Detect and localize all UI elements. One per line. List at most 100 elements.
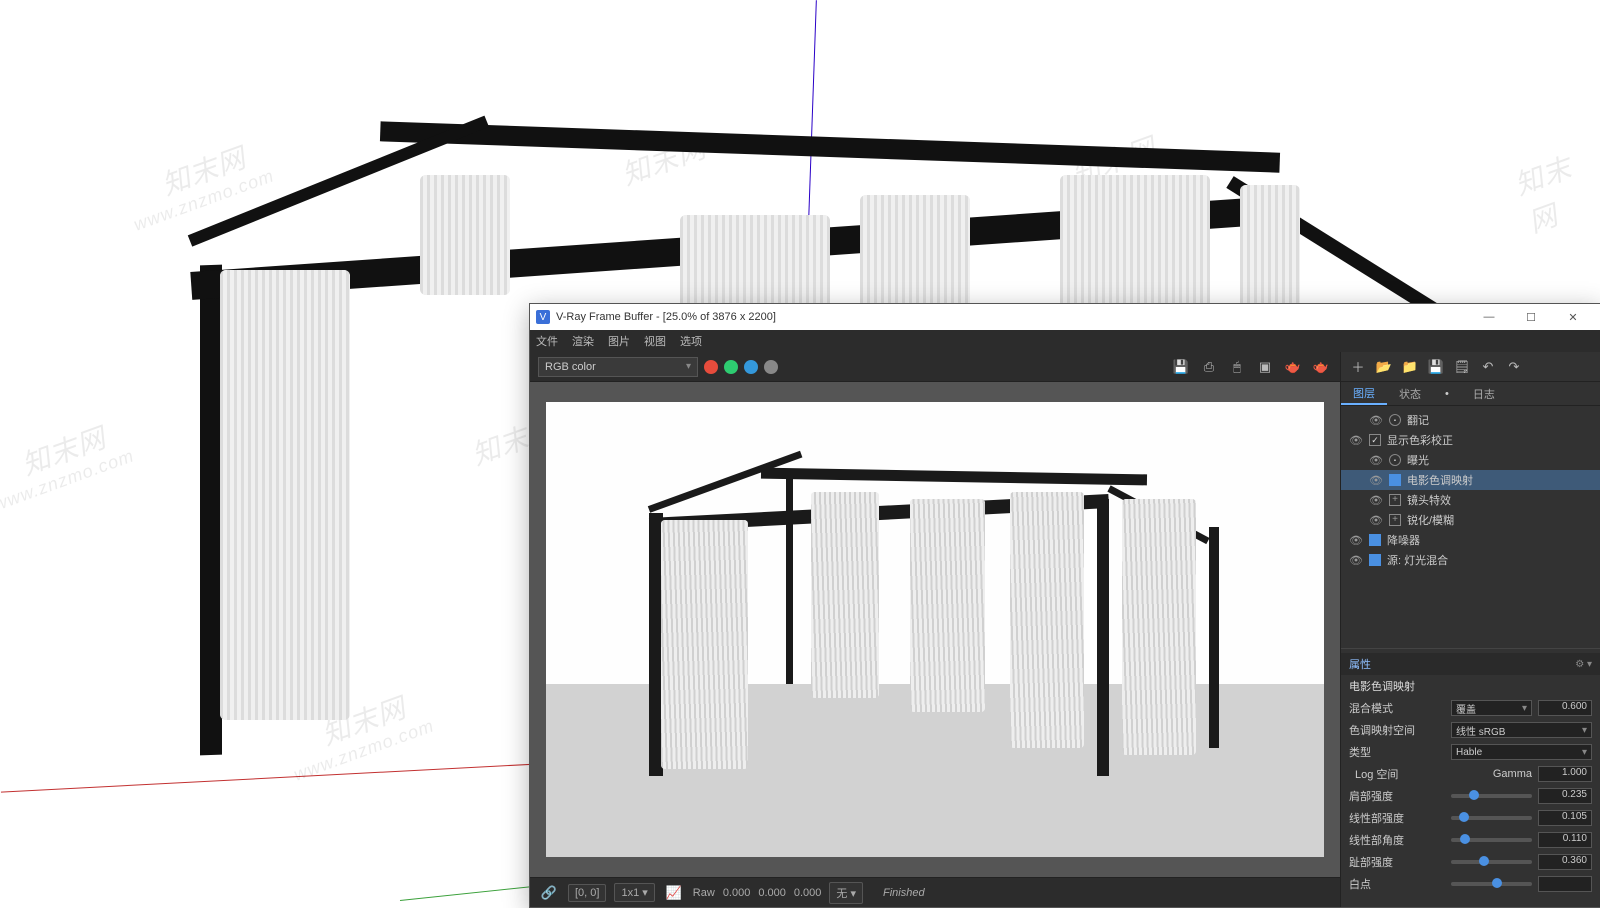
vray-icon: V	[536, 310, 550, 324]
maximize-button[interactable]: ☐	[1510, 304, 1552, 330]
layer-label: 曝光	[1407, 452, 1429, 468]
minimize-button[interactable]: —	[1468, 304, 1510, 330]
region-icon[interactable]: ▣	[1254, 356, 1276, 378]
visibility-icon[interactable]: 👁	[1369, 494, 1383, 507]
prop-select[interactable]: Hable ▾	[1451, 744, 1592, 760]
prop-value[interactable]	[1538, 876, 1592, 892]
pointer-icon[interactable]: 🖱	[1226, 356, 1248, 378]
layer-type-icon	[1369, 434, 1381, 446]
prop-label: 趾部强度	[1349, 854, 1445, 870]
layer-item[interactable]: 👁降噪器	[1341, 530, 1600, 550]
save-preset-icon[interactable]: 📁	[1399, 356, 1421, 378]
prop-label: 线性部角度	[1349, 832, 1445, 848]
menu-image[interactable]: 图片	[608, 333, 630, 349]
prop-slider[interactable]	[1451, 860, 1532, 864]
teapot-rt-icon[interactable]: 🫖	[1310, 356, 1332, 378]
teapot-render-icon[interactable]: 🫖	[1282, 356, 1304, 378]
props-section: 电影色调映射	[1349, 678, 1415, 694]
add-layer-icon[interactable]: ＋	[1347, 356, 1369, 378]
tab-log[interactable]: 日志	[1461, 382, 1507, 405]
window-titlebar[interactable]: V V-Ray Frame Buffer - [25.0% of 3876 x …	[530, 304, 1600, 330]
prop-value[interactable]: 0.600	[1538, 700, 1592, 716]
prop-value[interactable]: 0.110	[1538, 832, 1592, 848]
visibility-icon[interactable]: 👁	[1349, 554, 1363, 567]
layer-item[interactable]: 👁 镜头特效	[1341, 490, 1600, 510]
layer-type-icon	[1389, 414, 1401, 426]
prop-row: 肩部强度 0.235	[1341, 785, 1600, 807]
prop-row: Log 空间Gamma1.000	[1341, 763, 1600, 785]
channel-r-icon[interactable]	[704, 360, 718, 374]
visibility-icon[interactable]: 👁	[1349, 534, 1363, 547]
channel-g-icon[interactable]	[724, 360, 738, 374]
prop-slider[interactable]	[1451, 794, 1532, 798]
tab-status[interactable]: 状态	[1387, 382, 1433, 405]
alpha-select[interactable]: 无 ▾	[829, 882, 863, 904]
props-gear-icon[interactable]: ⚙ ▾	[1575, 659, 1592, 670]
layer-label: 镜头特效	[1407, 492, 1451, 508]
visibility-icon[interactable]: 👁	[1369, 474, 1383, 487]
prop-row: 趾部强度 0.360	[1341, 851, 1600, 873]
menu-file[interactable]: 文件	[536, 333, 558, 349]
prop-label: 混合模式	[1349, 700, 1445, 716]
cursor-coords: [0, 0]	[568, 884, 606, 902]
save-preset2-icon[interactable]: 💾	[1425, 356, 1447, 378]
layer-item[interactable]: 👁 曝光	[1341, 450, 1600, 470]
prop-slider[interactable]	[1451, 882, 1532, 886]
redo-icon[interactable]: ↷	[1503, 356, 1525, 378]
save-plus-icon[interactable]: ⎙	[1198, 356, 1220, 378]
close-button[interactable]: ✕	[1552, 304, 1594, 330]
layer-item[interactable]: 👁源: 灯光混合	[1341, 550, 1600, 570]
undo-icon[interactable]: ↶	[1477, 356, 1499, 378]
prop-value[interactable]: 1.000	[1538, 766, 1592, 782]
prop-slider[interactable]	[1451, 816, 1532, 820]
layer-item[interactable]: 👁 显示色彩校正	[1341, 430, 1600, 450]
menu-view[interactable]: 视图	[644, 333, 666, 349]
prop-slider[interactable]	[1451, 838, 1532, 842]
render-state: Finished	[883, 887, 925, 899]
layer-item[interactable]: 👁 锐化/模糊	[1341, 510, 1600, 530]
watermark: 知末网	[1509, 139, 1600, 242]
save-icon[interactable]: 💾	[1170, 356, 1192, 378]
prop-value[interactable]: 0.235	[1538, 788, 1592, 804]
open-icon[interactable]: 📂	[1373, 356, 1395, 378]
menu-render[interactable]: 渲染	[572, 333, 594, 349]
visibility-icon[interactable]: 👁	[1369, 514, 1383, 527]
channel-mono-icon[interactable]	[764, 360, 778, 374]
vray-frame-buffer-window[interactable]: V V-Ray Frame Buffer - [25.0% of 3876 x …	[529, 303, 1600, 908]
curve-icon[interactable]: 📈	[663, 882, 685, 904]
prop-label: 色调映射空间	[1349, 722, 1445, 738]
layer-item[interactable]: 👁 翻记	[1341, 410, 1600, 430]
side-panel: ＋ 📂 📁 💾 🗒 ↶ ↷ 图层 状态 • 日志 👁翻记👁显示色彩校正👁曝光👁电…	[1340, 352, 1600, 907]
visibility-icon[interactable]: 👁	[1369, 454, 1383, 467]
layer-label: 锐化/模糊	[1407, 512, 1454, 528]
prop-row: 线性部角度 0.110	[1341, 829, 1600, 851]
layer-item[interactable]: 👁 电影色调映射	[1341, 470, 1600, 490]
prop-label: 线性部强度	[1349, 810, 1445, 826]
link-icon[interactable]: 🔗	[538, 882, 560, 904]
prop-label: 肩部强度	[1349, 788, 1445, 804]
visibility-icon[interactable]: 👁	[1369, 414, 1383, 427]
prop-value[interactable]: 0.360	[1538, 854, 1592, 870]
visibility-icon[interactable]: 👁	[1349, 434, 1363, 447]
layer-label: 显示色彩校正	[1387, 432, 1453, 448]
render-image	[546, 402, 1324, 857]
props-title: 属性	[1349, 656, 1371, 672]
watermark: 知末网	[16, 416, 111, 483]
status-r: 0.000	[723, 887, 751, 899]
properties-panel: 属性 ⚙ ▾ 电影色调映射 混合模式覆盖 ▾ 0.600 色调映射空间线性 sRGB…	[1341, 648, 1600, 907]
menu-bar: 文件 渲染 图片 视图 选项	[530, 330, 1600, 352]
layer-label: 电影色调映射	[1407, 472, 1473, 488]
render-viewport[interactable]	[530, 382, 1340, 877]
channel-b-icon[interactable]	[744, 360, 758, 374]
menu-options[interactable]: 选项	[680, 333, 702, 349]
channel-select[interactable]: RGB color▾	[538, 357, 698, 377]
tab-layers[interactable]: 图层	[1341, 382, 1387, 405]
raw-label: Raw	[693, 887, 715, 899]
prop-row: 线性部强度 0.105	[1341, 807, 1600, 829]
prop-select[interactable]: 覆盖 ▾	[1451, 700, 1532, 716]
layer-label: 翻记	[1407, 412, 1429, 428]
list-icon[interactable]: 🗒	[1451, 356, 1473, 378]
prop-select[interactable]: 线性 sRGB ▾	[1451, 722, 1592, 738]
prop-value[interactable]: 0.105	[1538, 810, 1592, 826]
zoom-select[interactable]: 1x1 ▾	[614, 883, 654, 902]
